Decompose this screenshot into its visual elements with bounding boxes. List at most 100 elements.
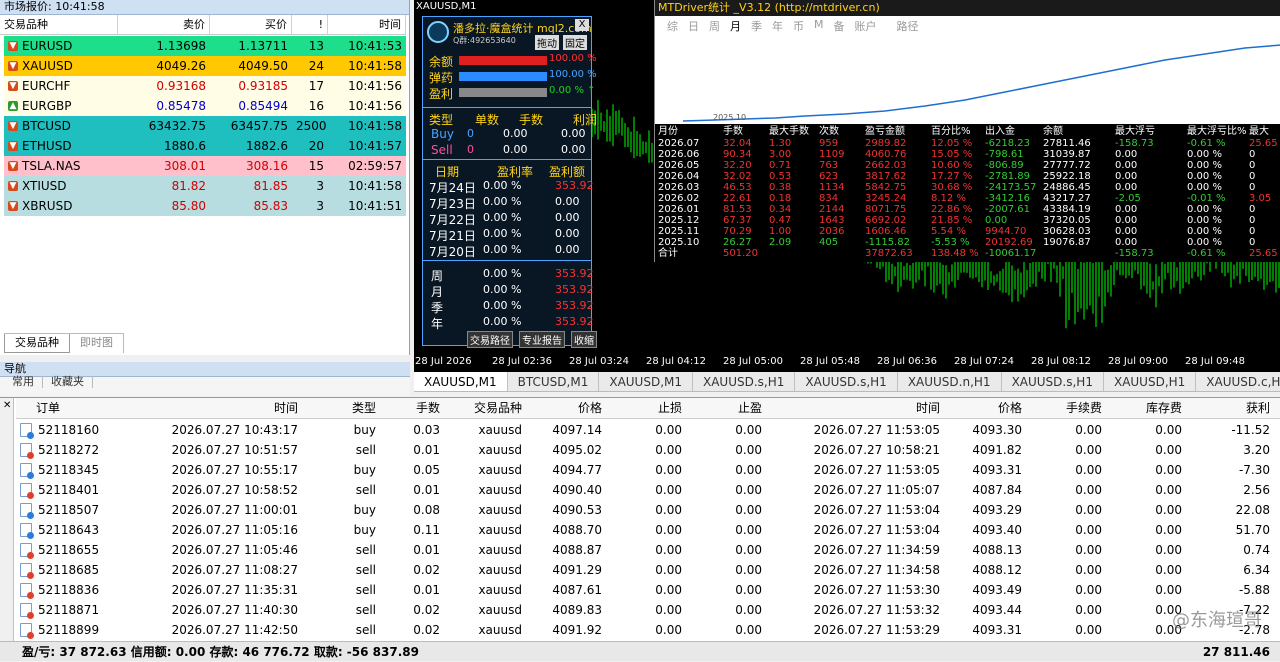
quote-bid: 0.93168: [156, 79, 206, 93]
order-cell: 4089.83: [552, 603, 602, 617]
quote-row[interactable]: ▼ EURCHF 0.93168 0.93185 17 10:41:56: [4, 76, 406, 96]
quote-row[interactable]: ▼ XTIUSD 81.82 81.85 3 10:41:58: [4, 176, 406, 196]
order-row[interactable]: 52118401 2026.07.27 10:58:52 sell 0.01 xauus…: [16, 480, 1280, 500]
order-row[interactable]: 52118899 2026.07.27 11:42:50 sell 0.02 xauus…: [16, 620, 1280, 640]
chart-tab[interactable]: XAUUSD,M1: [414, 372, 508, 391]
arrow-down-icon: ▼: [8, 61, 18, 71]
panel-footer-button[interactable]: 收缩: [571, 331, 597, 348]
stats-cell: 834: [819, 193, 839, 204]
panel-footer-button[interactable]: 交易路径: [467, 331, 513, 348]
col-spread[interactable]: !: [292, 15, 328, 34]
chart-tab[interactable]: XAUUSD.s,H1: [693, 372, 796, 391]
drag-button[interactable]: 拖动: [535, 35, 559, 50]
stats-cell: -0.01 %: [1187, 193, 1226, 204]
quote-row[interactable]: ▼ ETHUSD 1880.6 1882.6 20 10:41:57: [4, 136, 406, 156]
stats-cell: 2025.11: [658, 226, 700, 237]
order-row[interactable]: 52118685 2026.07.27 11:08:27 sell 0.02 xauus…: [16, 560, 1280, 580]
order-row[interactable]: 52118345 2026.07.27 10:55:17 buy 0.05 xauusd…: [16, 460, 1280, 480]
stats-cell: 2026.04: [658, 171, 700, 182]
order-row[interactable]: 52118643 2026.07.27 11:05:16 buy 0.11 xauusd…: [16, 520, 1280, 540]
stats-header: 百分比%: [931, 126, 971, 137]
order-cell: 52118272: [38, 443, 100, 457]
panel-footer-button[interactable]: 专业报告: [519, 331, 565, 348]
tab-tick-chart[interactable]: 即时图: [70, 334, 124, 353]
stats-cell: 2026.03: [658, 182, 700, 193]
terminal-col-header[interactable]: 库存费: [1146, 398, 1182, 419]
chart-tab[interactable]: XAUUSD.c,H1: [1196, 372, 1280, 391]
quote-time: 10:41:58: [348, 59, 402, 73]
stats-cell: -0.61 %: [1187, 248, 1226, 259]
terminal-col-header[interactable]: 获利: [1246, 398, 1270, 419]
pandora-logo-icon: [427, 21, 449, 43]
nav-tab-favorites[interactable]: 收藏夹: [43, 376, 93, 388]
sell-badge-icon: [27, 552, 34, 559]
terminal-col-header[interactable]: 交易品种: [474, 398, 522, 419]
pin-button[interactable]: 固定: [563, 35, 587, 50]
quote-row[interactable]: ▼ TSLA.NAS 308.01 308.16 15 02:59:57: [4, 156, 406, 176]
col-ask[interactable]: 买价: [210, 15, 292, 34]
quote-time: 10:41:58: [348, 179, 402, 193]
order-row[interactable]: 52118160 2026.07.27 10:43:17 buy 0.03 xauusd…: [16, 420, 1280, 440]
order-row[interactable]: 52118655 2026.07.27 11:05:46 sell 0.01 xauus…: [16, 540, 1280, 560]
order-icon: [20, 543, 34, 559]
stats-cell: -10061.17: [985, 248, 1037, 259]
col-time[interactable]: 时间: [328, 15, 406, 34]
order-row[interactable]: 52118871 2026.07.27 11:40:30 sell 0.02 xauus…: [16, 600, 1280, 620]
quote-row[interactable]: ▼ BTCUSD 63432.75 63457.75 2500 10:41:58: [4, 116, 406, 136]
quote-row[interactable]: ▼ XAUUSD 4049.26 4049.50 24 10:41:58: [4, 56, 406, 76]
close-icon[interactable]: ✕: [3, 400, 11, 411]
order-cell: 0.00: [655, 443, 682, 457]
order-icon: [20, 583, 34, 599]
order-cell: 4091.82: [972, 443, 1022, 457]
panel-bar-value: 100.00 %: [549, 69, 597, 80]
terminal-col-header[interactable]: 止盈: [738, 398, 762, 419]
terminal-col-header[interactable]: 价格: [578, 398, 602, 419]
stats-row: 2026.04 32.02 0.53 623 3817.62 17.27 % -2781.8…: [655, 171, 1280, 182]
nav-tab-common[interactable]: 常用: [4, 376, 43, 388]
stats-cell: -24173.57: [985, 182, 1037, 193]
order-cell: 2026.07.27 11:42:50: [171, 623, 298, 637]
navigator-panel: 导航 常用 收藏夹: [0, 362, 410, 396]
chart-tab[interactable]: XAUUSD,H1: [1104, 372, 1197, 391]
quote-row[interactable]: ▼ XBRUSD 85.80 85.83 3 10:41:51: [4, 196, 406, 216]
terminal-col-header[interactable]: 手续费: [1066, 398, 1102, 419]
stats-cell: 46.53: [723, 182, 752, 193]
order-icon: [20, 503, 34, 519]
tab-symbols[interactable]: 交易品种: [4, 334, 70, 353]
order-cell: sell: [355, 483, 376, 497]
chart-tab[interactable]: XAUUSD.s,H1: [795, 372, 898, 391]
terminal-col-header[interactable]: 止损: [658, 398, 682, 419]
chart-tab[interactable]: BTCUSD,M1: [508, 372, 600, 391]
order-cell: 0.11: [413, 523, 440, 537]
stats-cell: 3.05: [1249, 193, 1272, 204]
terminal-col-header[interactable]: 订单: [36, 398, 60, 419]
quote-row[interactable]: ▼ EURUSD 1.13698 1.13711 13 10:41:53: [4, 36, 406, 56]
chart-tab[interactable]: XAUUSD.n,H1: [898, 372, 1002, 391]
order-row[interactable]: 52118272 2026.07.27 10:51:57 sell 0.01 xauus…: [16, 440, 1280, 460]
col-symbol[interactable]: 交易品种: [0, 15, 118, 34]
quote-bid: 85.80: [171, 199, 206, 213]
quote-bid: 1880.6: [164, 139, 206, 153]
panel-bar-label: 盈利: [429, 87, 454, 101]
terminal-col-header[interactable]: 时间: [274, 398, 298, 419]
order-row[interactable]: 52118507 2026.07.27 11:00:01 buy 0.08 xauusd…: [16, 500, 1280, 520]
close-icon[interactable]: X: [575, 19, 589, 31]
divider: [423, 159, 591, 160]
order-cell: 2026.07.27 11:05:16: [171, 523, 298, 537]
time-axis-label: 28 Jul 09:00: [1108, 356, 1168, 367]
chart-tab[interactable]: XAUUSD,M1: [599, 372, 693, 391]
stats-cell: 25.65: [1249, 138, 1278, 149]
price-chart[interactable]: XAUUSD,M1 潘多拉·魔盒统计 mql2.com Q群:492653640…: [414, 0, 1280, 372]
stats-cell: 0: [1249, 182, 1256, 193]
chart-tab[interactable]: XAUUSD.s,H1: [1002, 372, 1104, 391]
order-icon: [20, 523, 34, 539]
terminal-col-header[interactable]: 价格: [998, 398, 1022, 419]
col-bid[interactable]: 卖价: [118, 15, 210, 34]
order-row[interactable]: 52118836 2026.07.27 11:35:31 sell 0.01 xauus…: [16, 580, 1280, 600]
terminal-col-header[interactable]: 时间: [916, 398, 940, 419]
quote-row[interactable]: ▲ EURGBP 0.85478 0.85494 16 10:41:56: [4, 96, 406, 116]
period-label: 周: [431, 269, 444, 283]
terminal-col-header[interactable]: 手数: [416, 398, 440, 419]
terminal-col-header[interactable]: 类型: [352, 398, 376, 419]
day-rate: 0.00 %: [483, 211, 522, 224]
